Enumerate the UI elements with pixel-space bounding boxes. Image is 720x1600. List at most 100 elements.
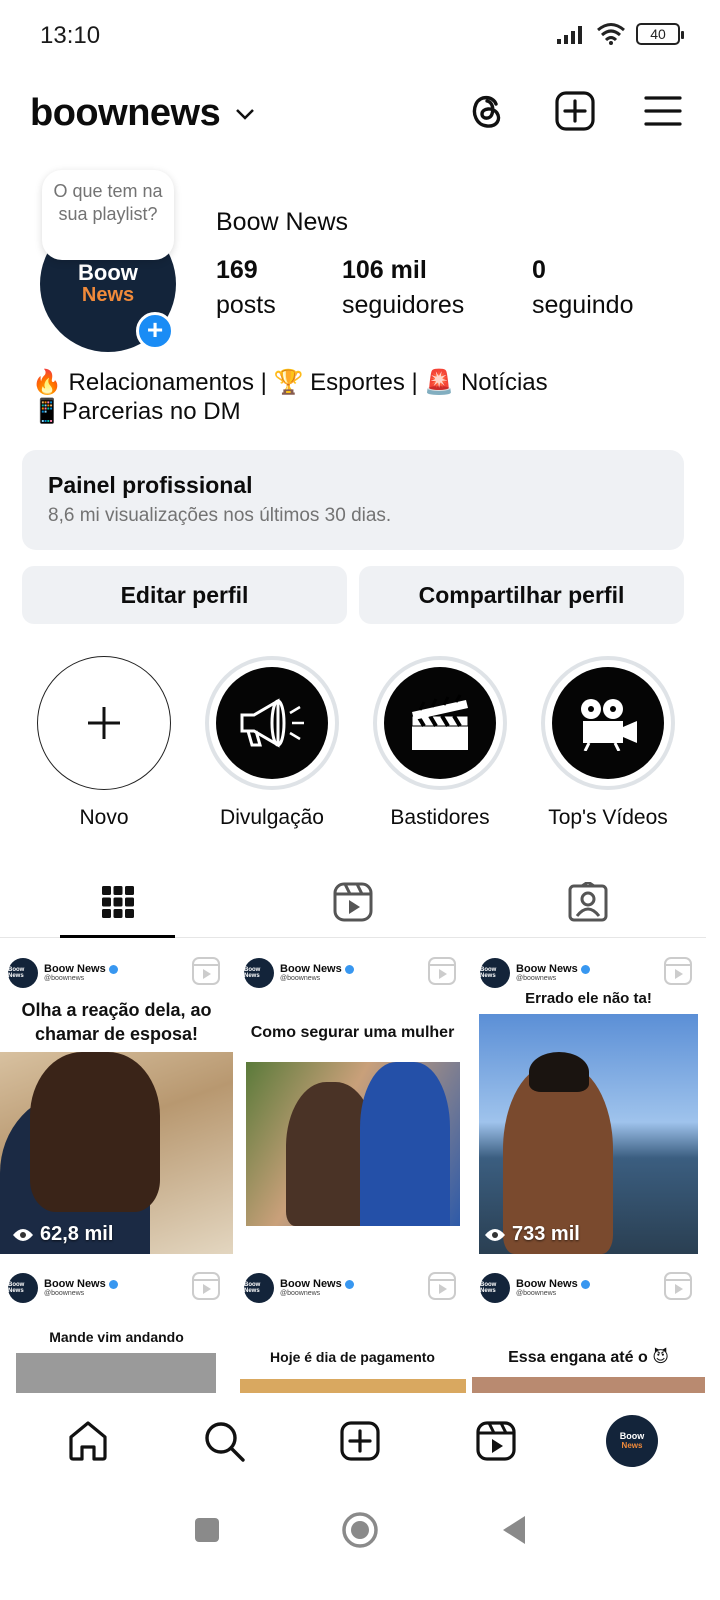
stat-value: 169 — [216, 256, 258, 284]
post-handle: @boownews — [44, 1290, 85, 1297]
search-icon — [205, 1422, 245, 1462]
tab-tagged[interactable] — [471, 866, 706, 937]
highlight-ring — [373, 656, 507, 790]
profile-stats: 169 posts 106 mil seguidores 0 seguindo — [216, 256, 633, 320]
highlight-ring — [37, 656, 171, 790]
avatar-logo-top: Boow — [78, 260, 138, 285]
highlight-divulgacao[interactable]: Divulgação — [188, 656, 356, 830]
nav-search[interactable] — [196, 1413, 252, 1469]
post-caption: Mande vim andando — [49, 1329, 184, 1345]
username-switcher[interactable]: boownews — [30, 92, 256, 135]
post-header: Boow News Boow News @boownews — [244, 1273, 354, 1303]
profile-tabs — [0, 866, 706, 938]
verified-badge-icon — [108, 1279, 118, 1289]
tab-reels[interactable] — [235, 866, 470, 937]
stat-value: 106 mil — [342, 256, 427, 284]
highlight-label: Top's Vídeos — [548, 806, 668, 829]
display-name: Boow News — [216, 208, 348, 236]
username: boownews — [30, 92, 221, 134]
stat-posts[interactable]: 169 posts — [216, 256, 342, 320]
system-navigation — [0, 1490, 720, 1570]
verified-badge-icon — [344, 1279, 354, 1289]
post-caption: Olha a reação dela, ao chamar de esposa! — [21, 1000, 212, 1044]
mini-avatar: Boow News — [244, 1273, 274, 1303]
mini-avatar: Boow News — [8, 1273, 38, 1303]
menu-icon[interactable] — [642, 90, 684, 132]
chevron-down-icon — [236, 108, 255, 120]
bio: 🔥 Relacionamentos | 🏆 Esportes | 🚨 Notíc… — [32, 368, 548, 426]
reels-icon — [476, 1421, 516, 1461]
post-image — [479, 1014, 698, 1254]
post-thumbnail[interactable]: Boow News Boow News @boownews Errado ele… — [472, 942, 705, 1254]
mini-avatar: Boow News — [480, 958, 510, 988]
bottom-navigation: Boow News — [0, 1398, 720, 1484]
dashboard-title: Painel profissional — [48, 472, 253, 498]
post-header: Boow News Boow News @boownews — [8, 1273, 118, 1303]
story-highlights: Novo Divulgação Bastidores Top's Vídeos — [20, 656, 692, 830]
create-post-icon[interactable] — [554, 90, 596, 132]
view-count-value: 62,8 mil — [40, 1223, 114, 1245]
highlight-new[interactable]: Novo — [20, 656, 188, 830]
highlight-bastidores[interactable]: Bastidores — [356, 656, 524, 830]
post-caption: Essa engana até o 😈 — [508, 1349, 669, 1366]
stat-following[interactable]: 0 seguindo — [532, 256, 633, 320]
post-thumbnail[interactable]: Boow News Boow News @boownews Hoje é dia… — [236, 1257, 469, 1393]
post-author: Boow News — [44, 1278, 106, 1290]
nav-create[interactable] — [332, 1413, 388, 1469]
eye-icon — [13, 1228, 33, 1241]
post-thumbnail[interactable]: Boow News Boow News @boownews Olha a rea… — [0, 942, 233, 1254]
post-image — [240, 1379, 466, 1393]
post-handle: @boownews — [280, 975, 321, 982]
status-time: 13:10 — [40, 22, 101, 49]
grid-icon — [101, 885, 134, 918]
nav-home[interactable] — [60, 1413, 116, 1469]
post-handle: @boownews — [44, 975, 85, 982]
highlight-ring — [541, 656, 675, 790]
post-handle: @boownews — [280, 1290, 321, 1297]
highlight-label: Divulgação — [220, 806, 324, 829]
view-count-value: 733 mil — [512, 1223, 580, 1245]
post-author: Boow News — [516, 1278, 578, 1290]
post-caption: Hoje é dia de pagamento — [270, 1349, 435, 1365]
post-thumbnail[interactable]: Boow News Boow News @boownews Mande vim … — [0, 1257, 233, 1393]
stat-label: seguindo — [532, 291, 634, 319]
reel-indicator-icon — [664, 957, 692, 985]
post-thumbnail[interactable]: Boow News Boow News @boownews Como segur… — [236, 942, 469, 1254]
add-story-button[interactable]: + — [136, 312, 174, 350]
status-bar: 13:10 40 — [0, 0, 720, 72]
post-image — [472, 1377, 705, 1393]
plus-icon — [88, 707, 120, 739]
highlight-tops-videos[interactable]: Top's Vídeos — [524, 656, 692, 830]
tab-grid[interactable] — [0, 866, 235, 938]
signal-icon — [557, 26, 582, 44]
professional-dashboard[interactable]: Painel profissional 8,6 mi visualizações… — [22, 450, 684, 550]
post-header: Boow News Boow News @boownews — [480, 958, 590, 988]
reel-indicator-icon — [664, 1272, 692, 1300]
nav-profile[interactable]: Boow News — [604, 1413, 660, 1469]
post-header: Boow News Boow News @boownews — [8, 958, 118, 988]
post-caption: Como segurar uma mulher — [250, 1024, 455, 1041]
edit-profile-button[interactable]: Editar perfil — [22, 566, 347, 624]
stat-label: seguidores — [342, 291, 465, 319]
home-button-icon[interactable] — [341, 1511, 379, 1549]
mini-avatar: Boow News — [8, 958, 38, 988]
back-icon[interactable] — [499, 1514, 527, 1546]
reel-indicator-icon — [428, 1272, 456, 1300]
mini-avatar: Boow News — [244, 958, 274, 988]
wifi-icon — [597, 23, 625, 45]
verified-badge-icon — [580, 964, 590, 974]
note-bubble[interactable]: O que tem na sua playlist? — [42, 170, 174, 260]
post-handle: @boownews — [516, 1290, 557, 1297]
post-header: Boow News Boow News @boownews — [480, 1273, 590, 1303]
clapperboard-icon — [411, 694, 469, 750]
nav-reels[interactable] — [468, 1413, 524, 1469]
post-thumbnail[interactable]: Boow News Boow News @boownews Essa engan… — [472, 1257, 705, 1393]
threads-icon[interactable] — [466, 90, 508, 132]
post-author: Boow News — [280, 963, 342, 975]
recents-icon[interactable] — [193, 1516, 221, 1544]
create-icon — [340, 1421, 380, 1461]
status-icons: 40 — [556, 22, 684, 46]
share-profile-button[interactable]: Compartilhar perfil — [359, 566, 684, 624]
avatar-logo-top: Boow — [619, 1431, 645, 1441]
stat-followers[interactable]: 106 mil seguidores — [342, 256, 532, 320]
